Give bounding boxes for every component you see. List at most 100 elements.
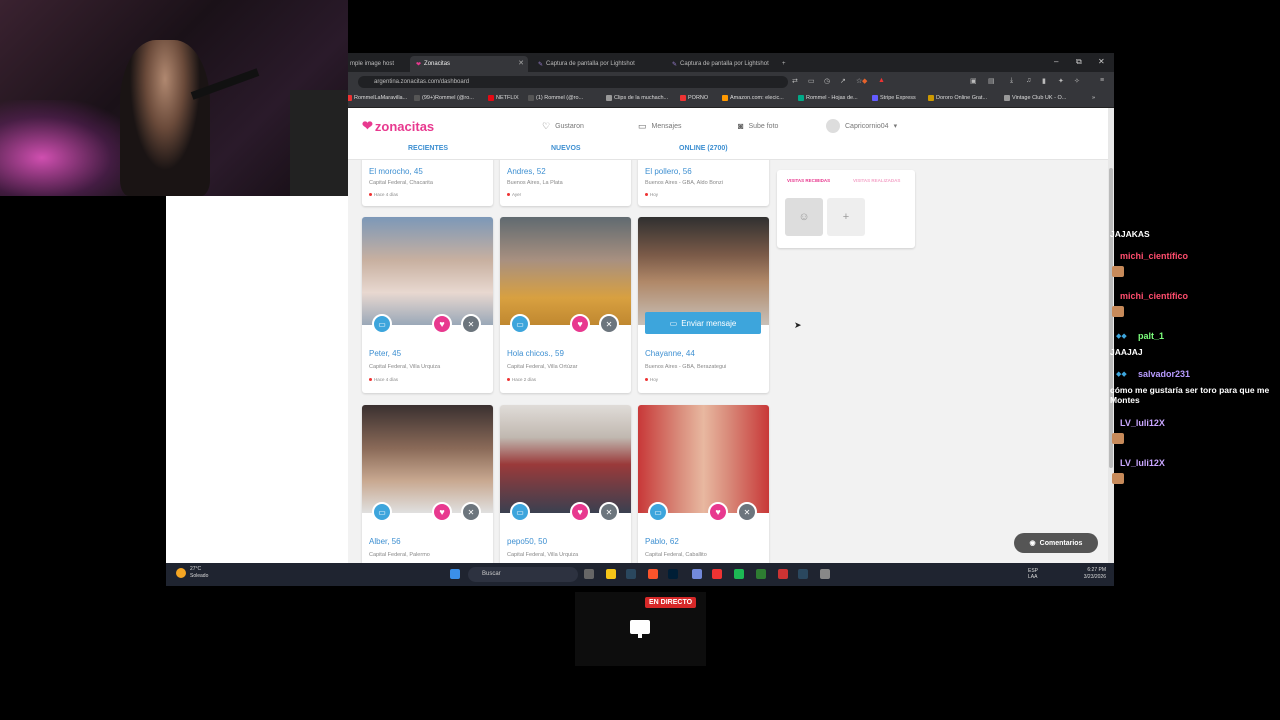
weather-widget[interactable]: 27°C Soleado — [176, 566, 208, 580]
user-menu[interactable]: Capricornio04 ▾ — [826, 119, 897, 133]
menu-icon[interactable]: ≡ — [1100, 77, 1104, 84]
bookmark-item[interactable]: RommelLaMaravilla... — [348, 95, 407, 101]
bookmark-item[interactable]: PORNO — [680, 95, 708, 101]
opera-icon[interactable] — [712, 569, 722, 579]
close-window-button[interactable]: ✕ — [1098, 57, 1105, 66]
message-button[interactable]: ▭ — [510, 502, 530, 522]
visitor-avatar[interactable]: ☺ — [785, 198, 823, 236]
puzzle-icon[interactable]: ✦ — [1058, 77, 1064, 85]
task-view-icon[interactable] — [584, 569, 594, 579]
url-field[interactable]: argentina.zonacitas.com/dashboard — [358, 76, 788, 88]
bookmark-item[interactable]: Rommel - Hojas de... — [798, 95, 858, 101]
profile-card[interactable]: ▭ ♥ ✕ Pablo, 62 Capital Federal, Caballi… — [638, 405, 769, 586]
discord-icon[interactable] — [692, 569, 702, 579]
bookmark-item[interactable]: Amazon.com: elecic... — [722, 95, 784, 101]
bookmark-item[interactable]: Clips de la muchach... — [606, 95, 668, 101]
dismiss-button[interactable]: ✕ — [599, 502, 619, 522]
bookmarks-more[interactable]: » — [1092, 95, 1095, 101]
sidebar-icon[interactable]: ▤ — [988, 77, 995, 85]
bookmark-item[interactable]: Vintage Club UK - O... — [1004, 95, 1066, 101]
profile-photo[interactable] — [362, 405, 493, 513]
tab-image-host[interactable]: mple image host — [348, 56, 410, 72]
translate-icon[interactable]: ⇄ — [792, 77, 798, 85]
steam-icon[interactable] — [798, 569, 808, 579]
profile-photo[interactable] — [638, 405, 769, 513]
profile-photo[interactable] — [362, 217, 493, 325]
tab-lightshot-1[interactable]: ✎ Captura de pantalla por Lightshot — [532, 56, 662, 72]
message-button[interactable]: ▭ — [372, 502, 392, 522]
rewards-icon[interactable]: ▲ — [878, 77, 885, 84]
comments-button[interactable]: ◉ Comentarios — [1014, 533, 1098, 553]
message-button[interactable]: ▭ — [372, 314, 392, 334]
music-icon[interactable]: ♫ — [1026, 77, 1031, 84]
maximize-button[interactable]: ⧉ — [1076, 57, 1082, 67]
nav-upload-photo[interactable]: ◙ Sube foto — [738, 121, 778, 131]
profile-photo[interactable] — [638, 217, 769, 325]
close-tab-icon[interactable]: ✕ — [518, 59, 524, 67]
dismiss-button[interactable]: ✕ — [737, 502, 757, 522]
dismiss-button[interactable]: ✕ — [461, 314, 481, 334]
profile-card[interactable]: ▭ ♥ ✕ Hola chicos., 59 Capital Federal, … — [500, 217, 631, 393]
send-message-button[interactable]: ▭ Enviar mensaje — [645, 312, 761, 334]
bookmark-item[interactable]: Stripe Express — [872, 95, 916, 101]
wallet-icon[interactable]: ▮ — [1042, 77, 1046, 85]
nav-messages[interactable]: ▭ Mensajes — [638, 121, 681, 132]
profile-card[interactable]: ▭ ♥ ✕ Peter, 45 Capital Federal, Villa U… — [362, 217, 493, 393]
chat-username[interactable]: palt_1 — [1134, 330, 1169, 342]
tab-online[interactable]: ONLINE (2700) — [679, 145, 728, 152]
chat-username[interactable]: michi_científico — [1116, 250, 1193, 262]
like-button[interactable]: ♥ — [570, 314, 590, 334]
tab-zonacitas[interactable]: ❤ Zonacitas ✕ — [410, 56, 528, 72]
spotify-icon[interactable] — [734, 569, 744, 579]
profile-card[interactable]: El morocho, 45 Capital Federal, Chacarit… — [362, 160, 493, 206]
profile-card[interactable]: Andres, 52 Buenos Aires, La Plata Ayer — [500, 160, 631, 206]
message-button[interactable]: ▭ — [648, 502, 668, 522]
message-button[interactable]: ▭ — [510, 314, 530, 334]
chat-username[interactable]: LV_luli12X — [1116, 457, 1169, 469]
chat-username[interactable]: LV_luli12X — [1116, 417, 1169, 429]
extensions-icon[interactable]: ▣ — [970, 77, 977, 85]
share-icon[interactable]: ↗ — [840, 77, 846, 85]
like-button[interactable]: ♥ — [708, 502, 728, 522]
profile-card[interactable]: ▭ ♥ ✕ Alber, 56 Capital Federal, Palermo — [362, 405, 493, 586]
nav-likes[interactable]: ♡ Gustaron — [542, 121, 584, 132]
chat-username[interactable]: salvador231 — [1134, 368, 1195, 380]
system-clock[interactable]: 6:27 PM 3/23/2026 — [1084, 567, 1106, 581]
file-explorer-icon[interactable] — [606, 569, 616, 579]
tab-visits-received[interactable]: VISITAS RECIBIDAS — [787, 178, 830, 183]
site-logo[interactable]: ❤ zonacitas — [362, 118, 434, 134]
taskbar-search[interactable]: Buscar — [468, 567, 578, 582]
profile-card[interactable]: ▭ Enviar mensaje Chayanne, 44 Buenos Aire… — [638, 217, 769, 393]
history-icon[interactable]: ◷ — [824, 77, 830, 85]
minimize-button[interactable]: – — [1054, 57, 1058, 66]
leo-icon[interactable]: ✧ — [1074, 77, 1080, 85]
profile-photo[interactable] — [500, 405, 631, 513]
bookmark-item[interactable]: (1) Rommel (@ro... — [528, 95, 583, 101]
brave-shield-icon[interactable]: ◆ — [862, 77, 867, 85]
chat-username[interactable]: michi_científico — [1116, 290, 1193, 302]
settings-icon[interactable] — [820, 569, 830, 579]
language-indicator[interactable]: ESP LAA — [1028, 568, 1038, 580]
profile-photo[interactable] — [500, 217, 631, 325]
like-button[interactable]: ♥ — [570, 502, 590, 522]
windows-start-icon[interactable] — [450, 569, 460, 579]
profile-card[interactable]: El pollero, 56 Buenos Aires - GBA, Aldo … — [638, 160, 769, 206]
brave-icon[interactable] — [648, 569, 658, 579]
photoshop-icon[interactable] — [668, 569, 678, 579]
valorant-icon[interactable] — [778, 569, 788, 579]
download-icon[interactable]: ⤓ — [1010, 77, 1013, 85]
sheets-icon[interactable] — [756, 569, 766, 579]
new-tab-button[interactable]: + — [776, 56, 792, 72]
dismiss-button[interactable]: ✕ — [461, 502, 481, 522]
dismiss-button[interactable]: ✕ — [599, 314, 619, 334]
add-visit-button[interactable]: + — [827, 198, 865, 236]
bookmark-item[interactable]: (99+)Rommel (@ro... — [414, 95, 474, 101]
tab-recientes[interactable]: RECIENTES — [408, 145, 448, 152]
steam-icon[interactable] — [626, 569, 636, 579]
like-button[interactable]: ♥ — [432, 502, 452, 522]
bookmark-item[interactable]: Dororo Online Grat... — [928, 95, 987, 101]
tab-nuevos[interactable]: NUEVOS — [551, 145, 581, 152]
bookmark-item[interactable]: NETFLIX — [488, 95, 519, 101]
like-button[interactable]: ♥ — [432, 314, 452, 334]
profile-card[interactable]: ▭ ♥ ✕ pepo50, 50 Capital Federal, Villa … — [500, 405, 631, 586]
